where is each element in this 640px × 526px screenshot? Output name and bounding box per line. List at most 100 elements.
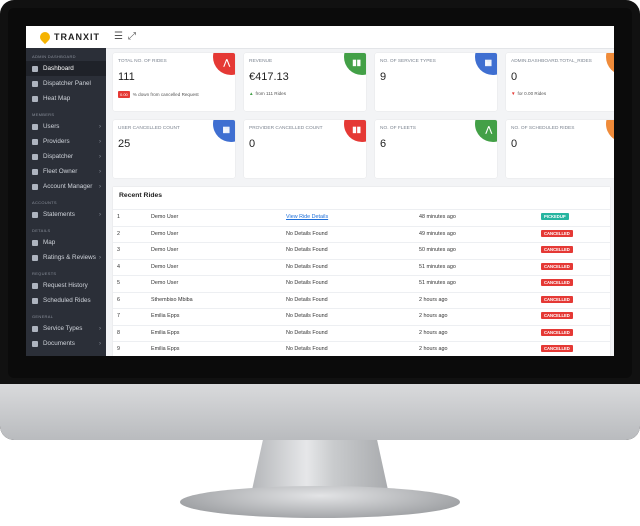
ride-user-name: Demo User: [151, 214, 179, 220]
menu-icon[interactable]: ☰: [114, 31, 123, 42]
stat-card-subtext-label: for 0.00 Rides: [517, 91, 547, 96]
sidebar-section-heading: ACCOUNTS: [32, 200, 57, 205]
stat-card-value: 111: [118, 71, 135, 83]
stat-card: NO. OF SERVICE TYPES 9 ▦: [375, 53, 497, 111]
sidebar-item[interactable]: Dispatcher ›: [26, 149, 106, 164]
status-badge: CANCELLED: [541, 246, 573, 253]
sidebar-item[interactable]: Dispatcher Panel: [26, 76, 106, 91]
monitor-stand-neck: [252, 440, 388, 490]
ride-details-text: No Details Found: [286, 263, 328, 270]
fullscreen-icon[interactable]: ⤢: [128, 31, 136, 42]
ride-user-name: Emilia Epps: [151, 313, 180, 319]
sidebar-item[interactable]: Ratings & Reviews ›: [26, 250, 106, 265]
ride-number: 6: [117, 296, 120, 303]
arrow-up-icon: ▲: [249, 91, 254, 96]
ride-user-name: Demo User: [151, 263, 179, 270]
ride-user-name: Demo User: [151, 230, 179, 237]
stat-card-subtext: ▼ for 0.00 Rides: [511, 91, 546, 96]
sidebar-item[interactable]: Fleet Owner ›: [26, 164, 106, 179]
road-icon: ⋀: [223, 58, 230, 67]
ride-time: 49 minutes ago: [419, 230, 456, 237]
stat-card-title: ADMIN.DASHBOARD.TOTAL_RIDES: [511, 59, 592, 64]
top-bar: TRANXIT ☰ ⤢: [26, 26, 614, 49]
sidebar-item-icon: [32, 282, 38, 289]
status-badge: CANCELLED: [541, 295, 573, 303]
sidebar-item-label: Account Manager: [43, 183, 93, 190]
sidebar-item[interactable]: Users ›: [26, 119, 106, 134]
stat-card-value: 0: [511, 71, 518, 83]
sidebar-item-label: Ratings & Reviews: [43, 254, 96, 261]
status-badge: CANCELLED: [541, 279, 573, 286]
ride-time: 51 minutes ago: [419, 280, 456, 286]
dashboard-content: TOTAL NO. OF RIDES 111 ⋀ 0.00% down from ca…: [113, 53, 614, 178]
ride-details-text: No Details Found: [286, 329, 328, 336]
recent-rides-title: Recent Rides: [119, 192, 163, 199]
stat-card-title: NO. OF FLEETS: [380, 126, 416, 131]
sidebar-item[interactable]: Providers ›: [26, 134, 106, 149]
stat-card-title: PROVIDER CANCELLED COUNT: [249, 126, 323, 131]
stat-cards: TOTAL NO. OF RIDES 111 ⋀ 0.00% down from ca…: [113, 53, 614, 178]
sidebar-item-icon: [32, 95, 38, 102]
sidebar-item[interactable]: Documents ›: [26, 336, 106, 351]
status-badge: CANCELLED: [541, 229, 573, 237]
status-badge: CANCELLED: [541, 328, 573, 336]
sidebar-item-icon: [32, 153, 38, 160]
table-row: 8 Emilia Epps No Details Found 2 hours ago C…: [113, 324, 610, 342]
stat-card-subtext-label: % down from cancelled Request: [132, 92, 199, 97]
stat-card-value: 6: [380, 138, 387, 150]
stat-card-value: €417.13: [249, 71, 289, 83]
ride-number: 5: [117, 280, 120, 286]
stat-card-subtext: ▲ from 111 Rides: [249, 91, 286, 96]
sidebar-item[interactable]: Statements ›: [26, 207, 106, 222]
stat-card-title: USER CANCELLED COUNT: [118, 126, 180, 131]
status-badge: PICKEDUP: [541, 213, 569, 220]
grid-icon: ▦: [222, 125, 230, 134]
sidebar-item-label: Request History: [43, 282, 88, 289]
table-row: 2 Demo User No Details Found 49 minutes ago…: [113, 225, 610, 243]
stat-card: TOTAL NO. OF RIDES 111 ⋀ 0.00% down from ca…: [113, 53, 235, 111]
view-ride-details-link[interactable]: View Ride Details: [286, 214, 328, 220]
chevron-right-icon: ›: [99, 183, 101, 190]
sidebar-item-label: Statements: [43, 211, 75, 218]
monitor-stand-base: [180, 486, 460, 518]
sidebar-item-label: Heat Map: [43, 95, 71, 102]
sidebar-item[interactable]: Map: [26, 235, 106, 250]
logo[interactable]: TRANXIT: [26, 26, 106, 48]
sidebar-item[interactable]: Heat Map: [26, 91, 106, 106]
stat-card-tag: 0.00: [118, 91, 130, 98]
sidebar-item[interactable]: Account Manager ›: [26, 179, 106, 194]
chevron-right-icon: ›: [99, 138, 101, 145]
stat-card: REVENUE €417.13 ▮▮ ▲ from 111 Rides: [244, 53, 366, 111]
ride-time: 2 hours ago: [419, 346, 448, 352]
bar-chart-icon: ▮▮: [352, 125, 361, 134]
sidebar-item-icon: [32, 183, 38, 190]
sidebar-item-label: Providers: [43, 138, 70, 145]
ride-details-text: No Details Found: [286, 313, 328, 319]
sidebar-item-icon: [32, 138, 38, 145]
sidebar-item[interactable]: Dashboard: [26, 61, 106, 76]
ride-number: 4: [117, 263, 120, 270]
sidebar-item-label: Service Types: [43, 325, 83, 332]
sidebar-item[interactable]: Request History: [26, 278, 106, 293]
sidebar-item-label: Dispatcher: [43, 153, 74, 160]
ride-number: 3: [117, 247, 120, 253]
sidebar-item-icon: [32, 297, 38, 304]
chevron-right-icon: ›: [99, 211, 101, 218]
ride-details-text: No Details Found: [286, 247, 328, 253]
ride-time: 2 hours ago: [419, 329, 448, 336]
sidebar-section-heading: DETAILS: [32, 228, 51, 233]
table-row: 9 Emilia Epps No Details Found 2 hours ago C…: [113, 341, 610, 356]
ride-details-text: No Details Found: [286, 230, 328, 237]
ride-time: 48 minutes ago: [419, 214, 456, 220]
chevron-right-icon: ›: [99, 153, 101, 160]
table-row: 5 Demo User No Details Found 51 minutes ago…: [113, 275, 610, 292]
table-row: 4 Demo User No Details Found 51 minutes ago…: [113, 258, 610, 276]
sidebar-item-label: Map: [43, 239, 56, 246]
stat-card-value: 0: [511, 138, 518, 150]
bar-chart-icon: ▮▮: [352, 58, 361, 67]
sidebar-item[interactable]: Service Types ›: [26, 321, 106, 336]
sidebar-item-label: Fleet Owner: [43, 168, 78, 175]
sidebar-item-icon: [32, 123, 38, 130]
sidebar-item[interactable]: Scheduled Rides: [26, 293, 106, 308]
ride-user-name: Emilia Epps: [151, 329, 180, 336]
